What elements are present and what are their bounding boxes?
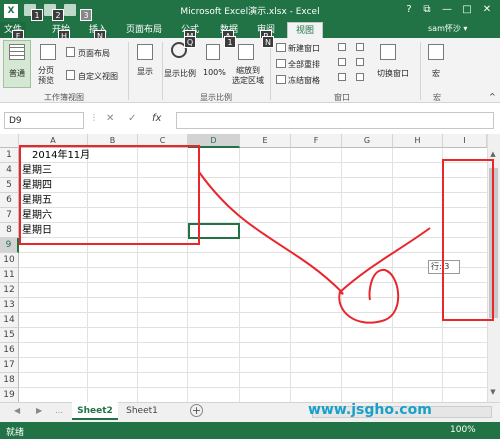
annotation-box-scrollbar <box>442 159 494 321</box>
zoom-level[interactable]: 100% <box>450 425 476 435</box>
annotation-box-a <box>19 145 200 245</box>
status-ready: 就绪 <box>6 428 25 438</box>
sheet-tab-sheet2[interactable]: Sheet2 <box>72 402 118 420</box>
status-bar <box>0 422 500 439</box>
sheet-next-icon[interactable]: ▶ <box>36 406 42 415</box>
red-annotations <box>19 145 494 324</box>
annotation-curve <box>198 171 431 295</box>
sheet-tab-sheet1[interactable]: Sheet1 <box>120 402 164 420</box>
annotation-loop <box>338 268 400 324</box>
sheet-more-icon[interactable]: … <box>55 406 63 415</box>
new-sheet-icon[interactable]: + <box>190 404 203 417</box>
watermark-url: www.jsgho.com <box>308 402 432 418</box>
sheet-prev-icon[interactable]: ◀ <box>14 406 20 415</box>
